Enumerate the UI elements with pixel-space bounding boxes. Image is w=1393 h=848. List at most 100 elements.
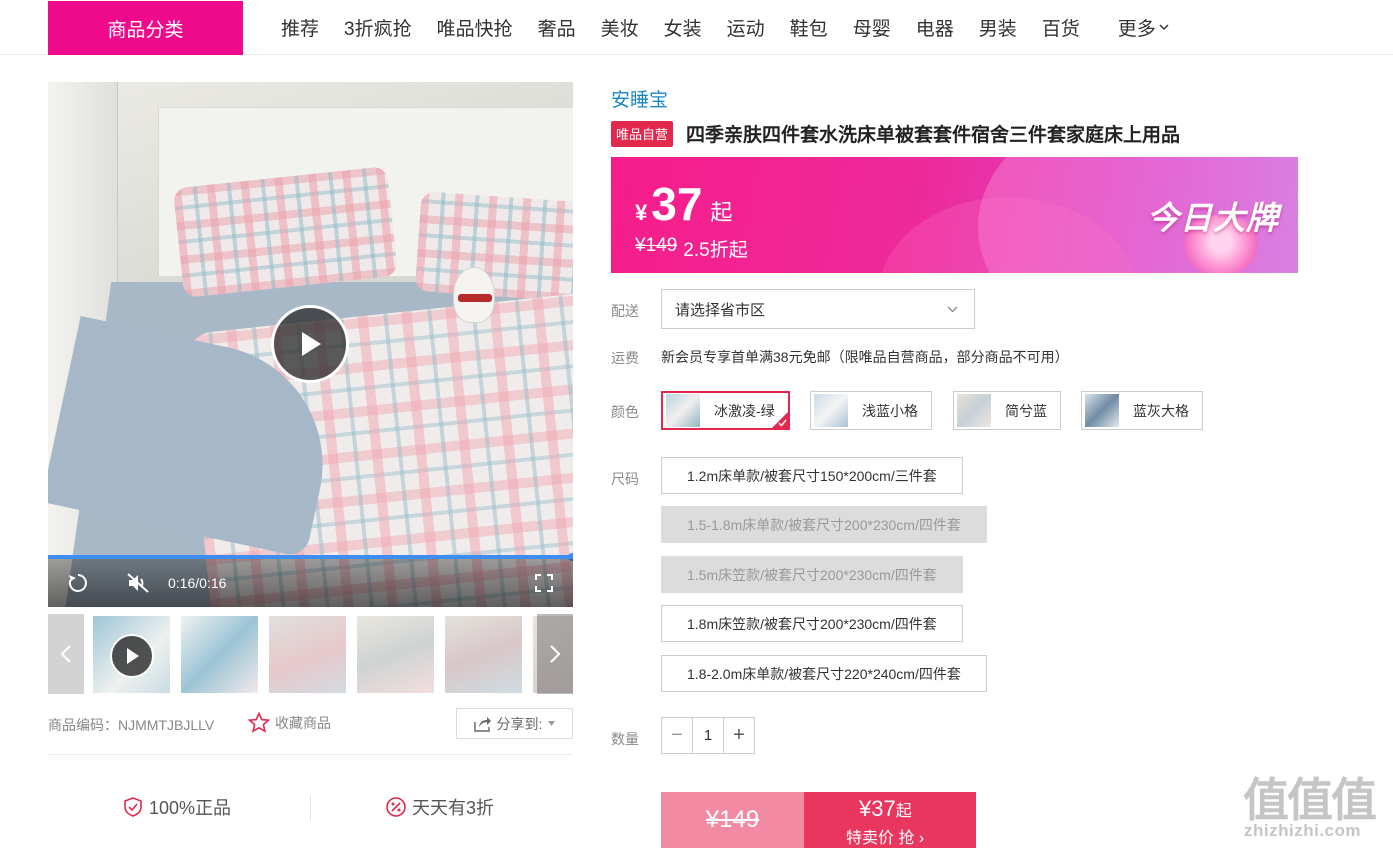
thumbnail-image[interactable] xyxy=(181,616,258,693)
nav-list: 推荐 3折疯抢 唯品快抢 奢品 美妆 女装 运动 鞋包 母婴 电器 男装 百货 … xyxy=(281,0,1194,55)
color-option[interactable]: 蓝灰大格 xyxy=(1081,391,1203,430)
thumbnail-image[interactable] xyxy=(357,616,434,693)
brand-link[interactable]: 安睡宝 xyxy=(611,85,668,112)
original-price-row: ¥149 2.5折起 xyxy=(635,235,748,262)
quantity-increment-button[interactable]: + xyxy=(724,718,754,753)
quantity-input[interactable]: 1 xyxy=(692,718,724,753)
thumbnail-strip xyxy=(48,614,573,694)
color-option[interactable]: 简兮蓝 xyxy=(953,391,1061,430)
nav-item-luxury[interactable]: 奢品 xyxy=(538,14,576,41)
color-option[interactable]: 浅蓝小格 xyxy=(810,391,932,430)
watermark-logo: 值值值 zhizhizhi.com xyxy=(1240,764,1390,844)
color-option-label: 浅蓝小格 xyxy=(862,402,918,419)
assurance-discount: 天天有3折 xyxy=(385,794,494,820)
thumbnail-image[interactable] xyxy=(445,616,522,693)
region-select-value: 请选择省市区 xyxy=(675,301,766,319)
chevron-down-icon xyxy=(1159,24,1169,31)
nav-item-recommend[interactable]: 推荐 xyxy=(281,14,319,41)
buy-price-suffix: 起 xyxy=(895,803,912,820)
nav-item-women[interactable]: 女装 xyxy=(664,14,702,41)
play-icon xyxy=(127,648,139,664)
divider xyxy=(48,754,573,755)
check-icon xyxy=(778,419,787,427)
nav-more-label: 更多 xyxy=(1117,19,1156,40)
assurance-genuine-label: 100%正品 xyxy=(149,798,232,818)
volume-muted-icon xyxy=(127,573,149,593)
thumb-next-button[interactable] xyxy=(537,614,573,694)
title-row: 唯品自营 四季亲肤四件套水洗床单被套套件宿舍三件套家庭床上用品 xyxy=(611,120,1180,147)
buy-now-button[interactable]: ¥37 起 特卖价 抢 › xyxy=(804,792,976,848)
quantity-label: 数量 xyxy=(611,731,639,747)
nav-item-beauty[interactable]: 美妆 xyxy=(601,14,639,41)
nav-item-shoes-bags[interactable]: 鞋包 xyxy=(790,14,828,41)
color-option-label: 简兮蓝 xyxy=(1005,402,1047,419)
nav-item-appliances[interactable]: 电器 xyxy=(916,14,954,41)
nav-item-general[interactable]: 百货 xyxy=(1042,14,1080,41)
color-option-label: 蓝灰大格 xyxy=(1133,402,1189,419)
quantity-decrement-button[interactable]: − xyxy=(662,718,692,753)
sale-price: ¥ 37 起 xyxy=(635,177,732,231)
quantity-stepper: − 1 + xyxy=(661,717,755,754)
fullscreen-button[interactable] xyxy=(532,571,556,595)
video-play-button[interactable] xyxy=(271,305,349,383)
original-price-button[interactable]: ¥149 xyxy=(661,792,804,848)
thumbnail-video[interactable] xyxy=(93,616,170,693)
video-controls: 0:16/0:16 xyxy=(48,559,573,607)
nav-item-men[interactable]: 男装 xyxy=(979,14,1017,41)
nav-item-flash-sale[interactable]: 唯品快抢 xyxy=(437,14,513,41)
assurance-discount-label: 天天有3折 xyxy=(412,798,495,818)
nav-item-baby[interactable]: 母婴 xyxy=(853,14,891,41)
replay-button[interactable] xyxy=(66,571,90,595)
discount-text: 2.5折起 xyxy=(683,240,748,261)
share-label: 分享到: xyxy=(496,715,543,732)
color-label: 颜色 xyxy=(611,404,639,420)
product-code: 商品编码：NJMMTJBJLLV xyxy=(48,717,215,733)
nav-item-sports[interactable]: 运动 xyxy=(727,14,765,41)
color-option-selected[interactable]: 冰激凌-绿 xyxy=(661,391,790,430)
thumbnail-image[interactable] xyxy=(269,616,346,693)
shield-check-icon xyxy=(124,797,142,817)
percent-badge-icon xyxy=(386,797,406,817)
chevron-right-icon xyxy=(550,645,560,663)
assurance-genuine: 100%正品 xyxy=(122,794,231,820)
color-swatch xyxy=(1085,394,1119,427)
star-icon xyxy=(248,712,270,733)
product-video[interactable]: 0:16/0:16 xyxy=(48,82,573,607)
color-swatch xyxy=(814,394,848,427)
nav-item-30-off[interactable]: 3折疯抢 xyxy=(344,14,412,41)
chevron-down-icon xyxy=(947,306,958,313)
favorite-button[interactable]: 收藏商品 xyxy=(248,712,331,733)
color-swatch xyxy=(957,394,991,427)
product-title: 四季亲肤四件套水洗床单被套套件宿舍三件套家庭床上用品 xyxy=(686,125,1181,146)
price-suffix: 起 xyxy=(710,200,733,225)
favorite-label: 收藏商品 xyxy=(275,714,331,731)
region-select[interactable]: 请选择省市区 xyxy=(661,289,975,329)
color-swatch xyxy=(666,394,700,427)
buy-price: ¥37 起 xyxy=(859,796,912,822)
size-option[interactable]: 1.8m床笠款/被套尺寸200*230cm/四件套 xyxy=(661,605,963,642)
divider xyxy=(310,796,311,820)
thumb-play-button xyxy=(110,634,154,678)
top-nav: 商品分类 推荐 3折疯抢 唯品快抢 奢品 美妆 女装 运动 鞋包 母婴 电器 男… xyxy=(0,0,1393,55)
replay-icon xyxy=(68,574,87,592)
category-menu-button[interactable]: 商品分类 xyxy=(48,1,243,55)
buy-action-label: 特卖价 抢 › xyxy=(846,830,925,847)
thumb-prev-button[interactable] xyxy=(48,614,84,694)
shipping-info: 新会员专享首单满38元免邮（限唯品自营商品，部分商品不可用） xyxy=(661,349,1069,365)
caret-down-icon xyxy=(548,721,556,726)
size-label: 尺码 xyxy=(611,471,639,487)
size-option[interactable]: 1.2m床单款/被套尺寸150*200cm/三件套 xyxy=(661,457,963,494)
size-option[interactable]: 1.8-2.0m床单款/被套尺寸220*240cm/四件套 xyxy=(661,655,987,692)
share-dropdown[interactable]: 分享到: xyxy=(456,708,573,739)
fullscreen-icon xyxy=(535,574,553,592)
size-option-disabled: 1.5m床笠款/被套尺寸200*230cm/四件套 xyxy=(661,556,963,593)
delivery-label: 配送 xyxy=(611,303,639,319)
size-option-disabled: 1.5-1.8m床单款/被套尺寸200*230cm/四件套 xyxy=(661,506,987,543)
mute-button[interactable] xyxy=(126,571,150,595)
product-meta: 商品编码：NJMMTJBJLLV 收藏商品 分享到: xyxy=(48,708,573,740)
nav-more-button[interactable]: 更多 xyxy=(1118,14,1169,41)
original-price: ¥149 xyxy=(635,235,678,256)
chevron-left-icon xyxy=(61,645,71,663)
buy-price-amount: ¥37 xyxy=(859,796,896,821)
price-amount: 37 xyxy=(651,178,703,230)
